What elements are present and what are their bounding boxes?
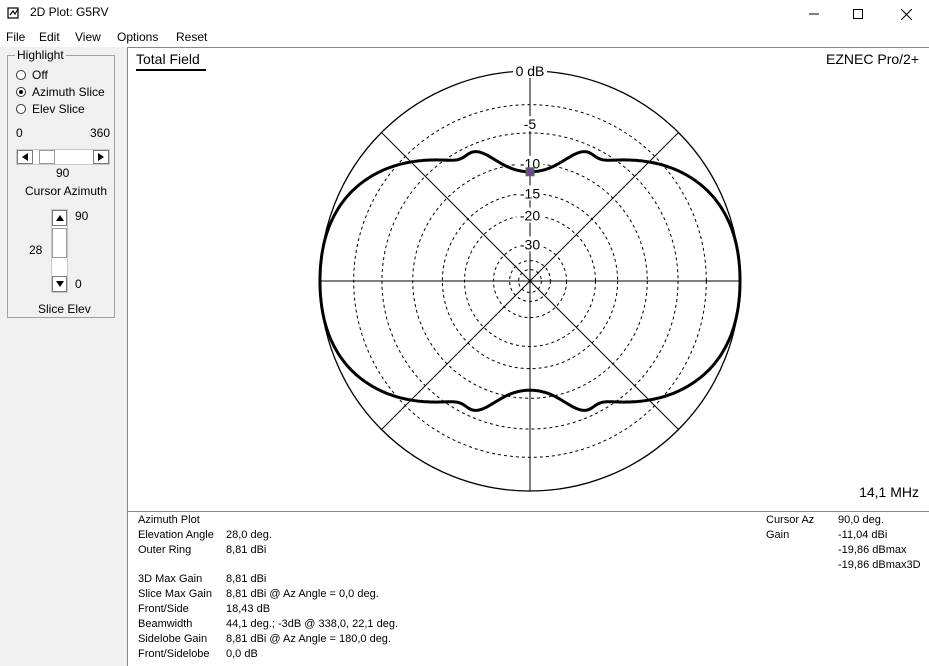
menu-options[interactable]: Options — [117, 30, 158, 44]
minimize-button[interactable] — [791, 0, 837, 28]
azimuth-min-label: 0 — [16, 126, 23, 140]
info-label: 3D Max Gain — [138, 573, 203, 585]
info-value: 0,0 dB — [226, 648, 258, 660]
control-panel: Highlight Off Azimuth Slice Elev Slice 0… — [0, 47, 127, 666]
info-label: Front/Sidelobe — [138, 648, 210, 660]
arrow-up-icon — [55, 215, 64, 221]
info-value: 8,81 dBi @ Az Angle = 180,0 deg. — [226, 633, 391, 645]
plot-area: Total Field EZNEC Pro/2+ 14,1 MHz 0 dB -5… — [127, 47, 929, 511]
info-right-label: Gain — [766, 529, 790, 541]
menu-reset[interactable]: Reset — [176, 30, 207, 44]
radio-off-label: Off — [32, 68, 48, 82]
radio-azimuth-slice[interactable]: Azimuth Slice — [16, 85, 105, 99]
info-right-value: -19,86 dBmax3D — [838, 559, 921, 571]
elev-max-label: 90 — [75, 209, 89, 223]
radio-azimuth-slice-label: Azimuth Slice — [32, 85, 105, 99]
info-value: 28,0 deg. — [226, 529, 272, 541]
info-value: 8,81 dBi — [226, 573, 267, 585]
radio-azimuth-slice-indicator[interactable] — [16, 87, 26, 97]
azimuth-max-label: 360 — [90, 126, 111, 140]
ring-label: -30 — [520, 236, 540, 252]
info-right-label: Cursor Az — [766, 514, 815, 526]
menu-view[interactable]: View — [75, 30, 101, 44]
radio-off-indicator[interactable] — [16, 70, 26, 80]
cursor-marker — [525, 167, 535, 177]
elev-value: 28 — [29, 243, 43, 257]
title-bar: 2D Plot: G5RV — [0, 0, 929, 28]
azimuth-scroll-left-button[interactable] — [17, 150, 33, 164]
radio-elev-slice-label: Elev Slice — [32, 102, 85, 116]
highlight-group: Highlight Off Azimuth Slice Elev Slice 0… — [7, 48, 115, 318]
info-label: Elevation Angle — [138, 529, 214, 541]
ring-label: -15 — [520, 185, 540, 201]
arrow-right-icon — [98, 153, 104, 161]
menu-edit[interactable]: Edit — [39, 30, 60, 44]
elevation-scroll-up-button[interactable] — [52, 210, 67, 226]
app-icon — [7, 7, 19, 19]
azimuth-scrollbar[interactable] — [16, 149, 110, 165]
info-label: Sidelobe Gain — [138, 633, 208, 645]
polar-chart: 0 dB-5-10-15-20-30 — [318, 63, 742, 492]
azimuth-value: 90 — [56, 166, 70, 180]
info-panel: Azimuth Plot Elevation Angle 28,0 deg. Oute… — [127, 511, 929, 666]
polar-grid — [319, 70, 741, 492]
close-icon — [900, 8, 912, 20]
info-right-value: -19,86 dBmax — [838, 544, 907, 556]
info-value: 8,81 dBi — [226, 544, 267, 556]
ring-label: 0 dB — [516, 63, 545, 79]
info-label: Azimuth Plot — [138, 514, 200, 526]
elevation-scroll-down-button[interactable] — [52, 276, 67, 292]
elevation-scrollbar[interactable] — [51, 209, 68, 293]
elev-min-label: 0 — [75, 277, 82, 291]
slice-elev-label: Slice Elev — [38, 302, 91, 316]
arrow-down-icon — [55, 281, 64, 287]
arrow-left-icon — [22, 153, 28, 161]
minimize-icon — [809, 13, 819, 15]
info-value: 18,43 dB — [226, 603, 271, 615]
radio-elev-slice-indicator[interactable] — [16, 104, 26, 114]
info-label: Slice Max Gain — [138, 588, 212, 600]
radio-selected-dot — [19, 90, 23, 94]
azimuth-scroll-thumb[interactable] — [39, 150, 55, 164]
info-label: Outer Ring — [138, 544, 192, 556]
azimuth-scroll-right-button[interactable] — [93, 150, 109, 164]
maximize-button[interactable] — [835, 0, 881, 28]
ring-label: -5 — [524, 116, 537, 132]
cursor-azimuth-label: Cursor Azimuth — [25, 184, 108, 198]
highlight-group-title: Highlight — [15, 48, 66, 62]
info-value: 44,1 deg.; -3dB @ 338,0, 22,1 deg. — [226, 618, 399, 630]
menu-file[interactable]: File — [6, 30, 25, 44]
radio-elev-slice[interactable]: Elev Slice — [16, 102, 85, 116]
info-value: 8,81 dBi @ Az Angle = 0,0 deg. — [226, 588, 379, 600]
close-button[interactable] — [883, 0, 929, 28]
window-title: 2D Plot: G5RV — [30, 5, 109, 19]
info-label: Front/Side — [138, 603, 189, 615]
menu-bar: File Edit View Options Reset — [0, 28, 929, 47]
cursor-point — [525, 167, 535, 177]
info-right-value: -11,04 dBi — [838, 529, 888, 541]
ring-label: -20 — [520, 208, 540, 224]
info-label: Beamwidth — [138, 618, 193, 630]
elevation-scroll-thumb[interactable] — [52, 228, 67, 258]
info-right-value: 90,0 deg. — [838, 514, 884, 526]
radio-off[interactable]: Off — [16, 68, 48, 82]
maximize-icon — [853, 9, 863, 19]
